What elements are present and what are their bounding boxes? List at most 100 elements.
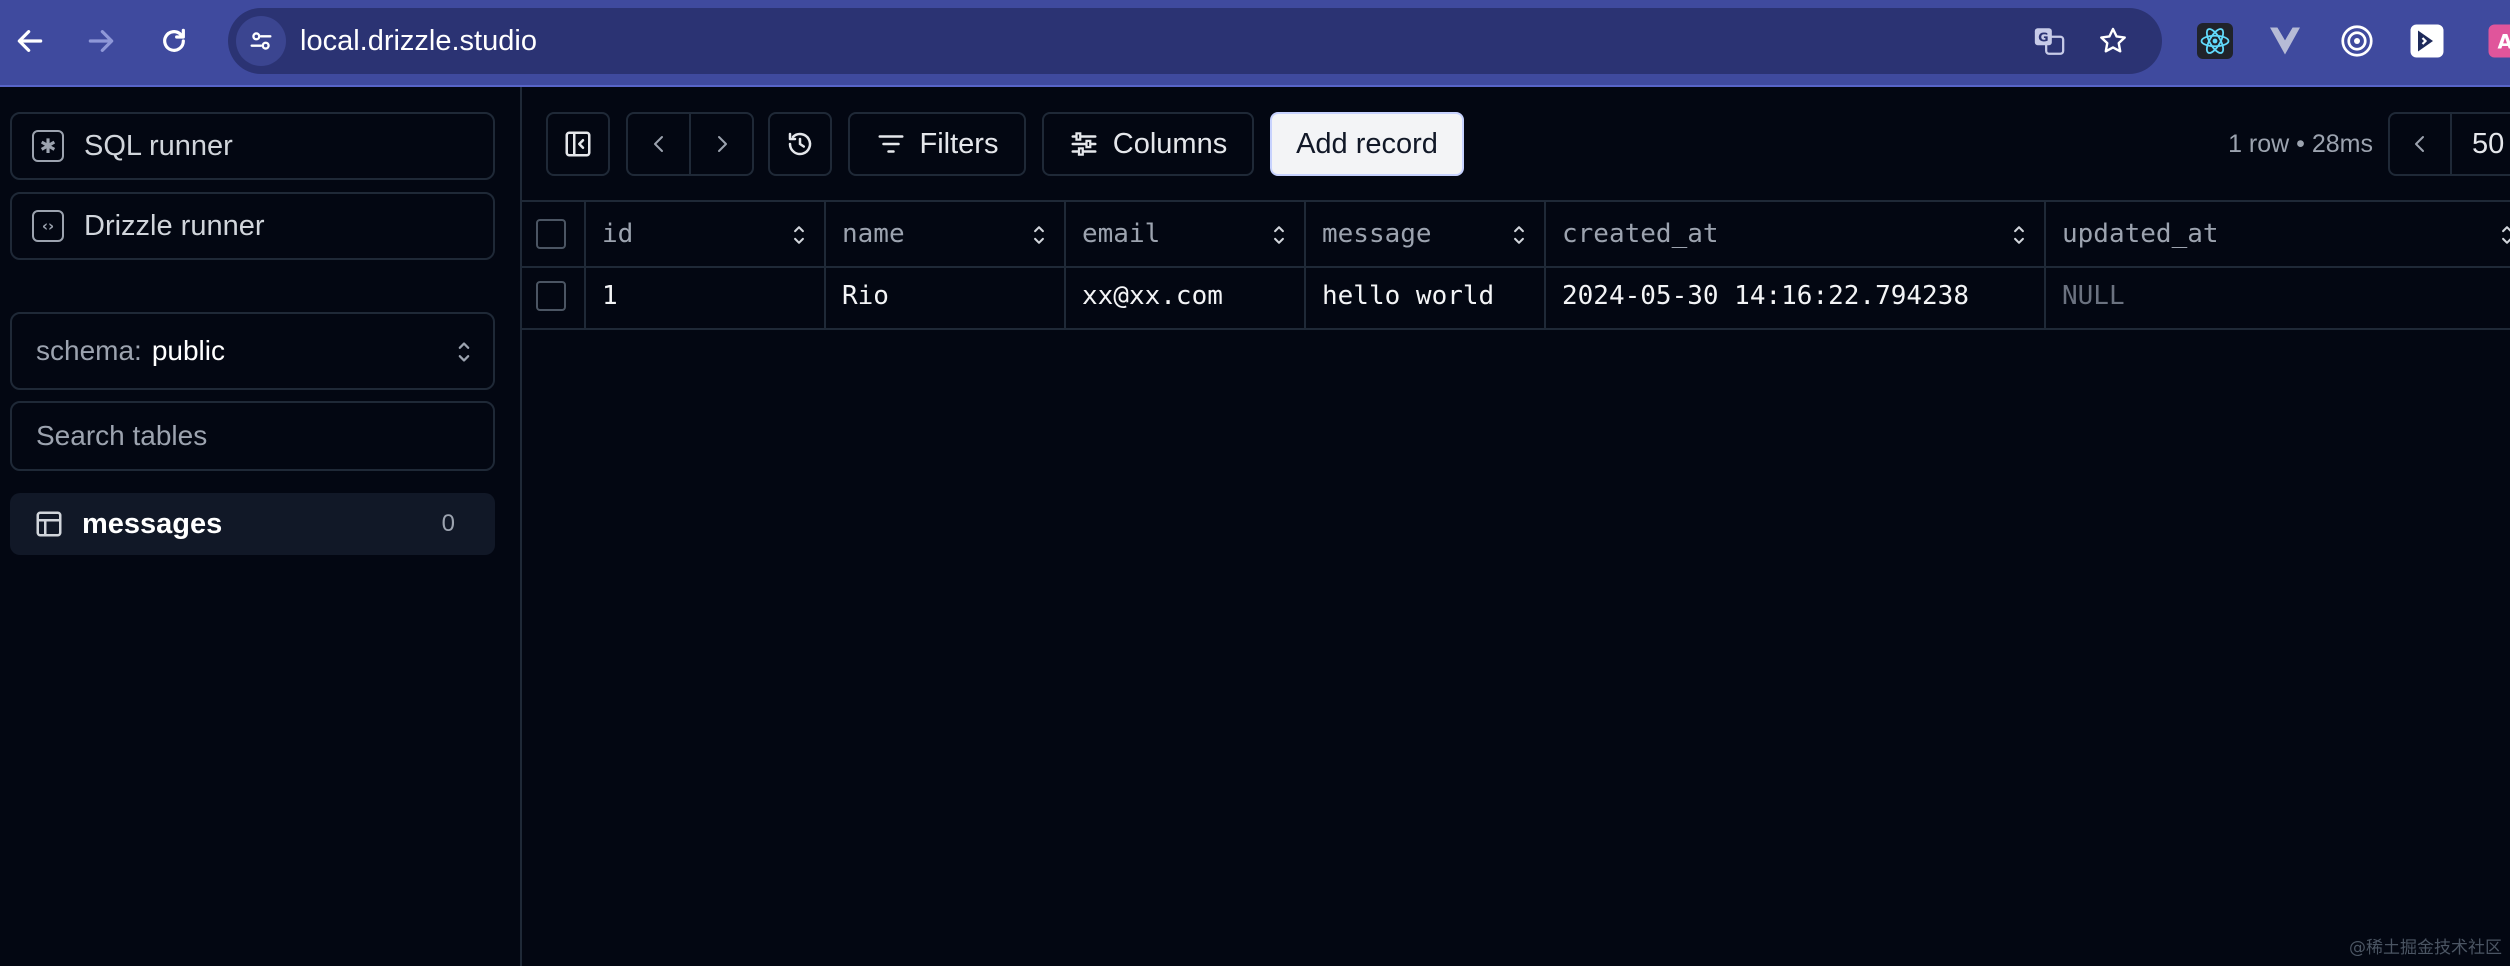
next-page-button[interactable] (691, 114, 752, 174)
page-size-prev-button[interactable] (2390, 114, 2452, 174)
sidebar-item-label: messages (82, 507, 223, 540)
row-count-badge: 0 (441, 510, 455, 537)
column-header-label: id (602, 219, 634, 249)
filters-button[interactable]: Filters (848, 112, 1026, 176)
watermark: @稀土掘金技术社区 (2349, 938, 2502, 958)
sliders-icon (1071, 132, 1097, 156)
history-button[interactable] (768, 112, 832, 176)
cell-value: 1 (602, 281, 618, 311)
sort-icon[interactable] (2010, 222, 2028, 248)
page-size-control: 50 (2388, 112, 2510, 176)
sort-icon[interactable] (1030, 222, 1048, 248)
column-header-message[interactable]: message (1306, 202, 1546, 266)
select-all-checkbox[interactable] (536, 219, 566, 249)
svg-text:G: G (2038, 31, 2048, 46)
cell-message[interactable]: hello world (1306, 264, 1546, 328)
sql-runner-label: SQL runner (84, 129, 233, 162)
table-header-row: id name email message created_at updated… (522, 200, 2510, 268)
cell-value: hello world (1322, 281, 1495, 311)
cell-value: xx@xx.com (1082, 281, 1223, 311)
filter-icon (878, 135, 904, 153)
cell-email[interactable]: xx@xx.com (1066, 264, 1306, 328)
drizzle-runner-button[interactable]: ‹› Drizzle runner (10, 192, 495, 260)
translate-icon: G (2034, 28, 2065, 55)
column-header-label: updated_at (2062, 219, 2219, 249)
chevron-up-down-icon (458, 342, 470, 362)
vue-devtools-extension[interactable] (2266, 22, 2304, 60)
cell-value: Rio (842, 281, 889, 311)
sort-icon[interactable] (1510, 222, 1528, 248)
asterisk-icon: ✱ (32, 130, 64, 162)
url-text[interactable]: local.drizzle.studio (300, 8, 537, 74)
row-checkbox[interactable] (536, 281, 566, 311)
column-header-updated-at[interactable]: updated_at (2046, 202, 2510, 266)
sort-icon[interactable] (790, 222, 808, 248)
browser-toolbar: local.drizzle.studio G A (0, 0, 2510, 87)
chevron-left-icon (653, 136, 663, 152)
sidebar-item-messages[interactable]: messages 0 (10, 493, 495, 555)
filters-label: Filters (919, 127, 999, 160)
previous-page-button[interactable] (628, 114, 691, 174)
reload-icon (163, 28, 185, 52)
cell-id[interactable]: 1 (586, 264, 826, 328)
row-select-cell (522, 264, 586, 328)
chevron-left-icon (2415, 136, 2424, 152)
schema-select[interactable]: schema: public (10, 312, 495, 390)
schema-label: schema: (36, 335, 142, 366)
dev-extension[interactable] (2408, 22, 2446, 60)
history-icon (788, 132, 812, 156)
cell-value: NULL (2062, 281, 2125, 311)
pagination-nav (626, 112, 754, 176)
column-header-name[interactable]: name (826, 202, 1066, 266)
column-header-label: email (1082, 219, 1161, 249)
tune-icon (250, 32, 272, 50)
cell-created-at[interactable]: 2024-05-30 14:16:22.794238 (1546, 264, 2046, 328)
back-button[interactable] (7, 18, 53, 64)
bookmark-button[interactable] (2096, 24, 2130, 58)
cell-name[interactable]: Rio (826, 264, 1066, 328)
drizzle-runner-label: Drizzle runner (84, 209, 265, 242)
address-bar[interactable]: local.drizzle.studio G (228, 8, 2162, 74)
column-header-id[interactable]: id (586, 202, 826, 266)
sidebar-collapse-icon (565, 131, 591, 157)
react-icon (2197, 23, 2233, 59)
site-info-button[interactable] (236, 16, 286, 66)
column-header-created-at[interactable]: created_at (1546, 202, 2046, 266)
cell-value: 2024-05-30 14:16:22.794238 (1562, 281, 1969, 311)
react-devtools-extension[interactable] (2196, 22, 2234, 60)
translate-extension[interactable]: A (2486, 22, 2510, 60)
translate-badge-icon: A (2488, 24, 2510, 58)
toggle-sidebar-button[interactable] (546, 112, 610, 176)
cell-updated-at[interactable]: NULL (2046, 264, 2510, 328)
arrow-right-icon (88, 30, 114, 52)
sort-icon[interactable] (2498, 222, 2510, 248)
row-info-text: 1 row • 28ms (2228, 130, 2373, 158)
column-header-email[interactable]: email (1066, 202, 1306, 266)
chevron-right-icon (717, 136, 727, 152)
sidebar: ✱ SQL runner ‹› Drizzle runner schema: p… (0, 87, 522, 966)
page-size-value[interactable]: 50 (2472, 128, 2504, 161)
column-header-label: created_at (1562, 219, 1719, 249)
schema-value: public (151, 335, 225, 366)
columns-button[interactable]: Columns (1042, 112, 1254, 176)
forward-button[interactable] (78, 18, 124, 64)
table-row[interactable]: 1 Rio xx@xx.com hello world 2024-05-30 1… (522, 264, 2510, 330)
column-header-label: name (842, 219, 905, 249)
add-record-button[interactable]: Add record (1270, 112, 1464, 176)
arrow-left-icon (17, 30, 43, 52)
reload-button[interactable] (151, 18, 197, 64)
star-icon (2100, 27, 2126, 53)
vue-icon (2270, 27, 2300, 55)
target-extension[interactable] (2338, 22, 2376, 60)
sort-icon[interactable] (1270, 222, 1288, 248)
table-icon (36, 511, 62, 537)
columns-label: Columns (1112, 127, 1228, 160)
translate-button[interactable]: G (2032, 24, 2066, 58)
code-icon: ‹› (32, 210, 64, 242)
search-tables-input[interactable] (10, 401, 495, 471)
code-badge-icon (2410, 24, 2444, 58)
column-header-label: message (1322, 219, 1432, 249)
svg-text:A: A (2497, 31, 2510, 54)
target-icon (2341, 25, 2373, 57)
sql-runner-button[interactable]: ✱ SQL runner (10, 112, 495, 180)
